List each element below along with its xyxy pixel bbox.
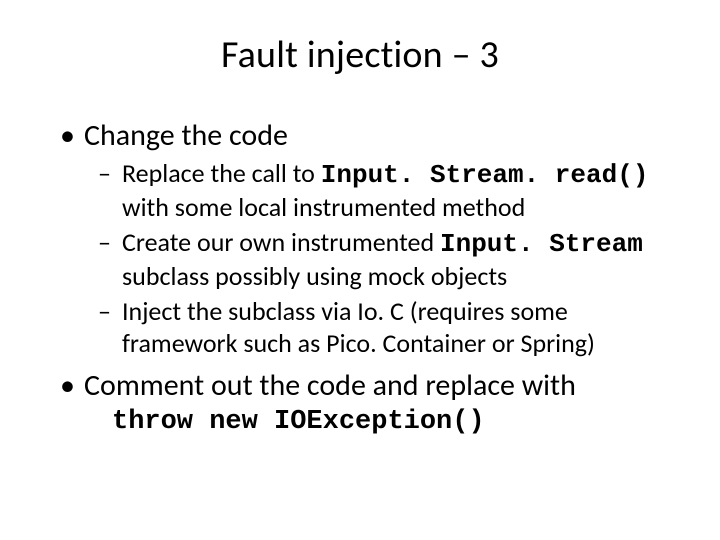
sub-text: Inject the subclass via Io. C (requires … bbox=[122, 295, 595, 360]
inline-code: Input. Stream. read() bbox=[321, 160, 649, 190]
sub-bullet-item: Create our own instrumented Input. Strea… bbox=[96, 226, 664, 293]
inline-code: Input. Stream bbox=[440, 229, 643, 259]
bullet-item: Change the code Replace the call to Inpu… bbox=[56, 118, 664, 360]
code-line: throw new IOException() bbox=[112, 406, 664, 439]
sub-text: Replace the call to bbox=[122, 157, 321, 189]
sub-text: with some local instrumented method bbox=[122, 191, 525, 223]
sub-bullet-item: Inject the subclass via Io. C (requires … bbox=[96, 295, 664, 360]
sub-text: subclass possibly using mock objects bbox=[122, 260, 507, 292]
sub-text: Create our own instrumented bbox=[122, 226, 440, 258]
sub-bullet-item: Replace the call to Input. Stream. read(… bbox=[96, 157, 664, 224]
bullet-item: Comment out the code and replace with th… bbox=[56, 368, 664, 440]
bullet-text: Change the code bbox=[84, 117, 288, 154]
slide: Fault injection – 3 Change the code Repl… bbox=[0, 0, 720, 540]
slide-title: Fault injection – 3 bbox=[56, 32, 664, 78]
bullet-list: Change the code Replace the call to Inpu… bbox=[56, 118, 664, 439]
sub-bullet-list: Replace the call to Input. Stream. read(… bbox=[96, 157, 664, 360]
bullet-text: Comment out the code and replace with bbox=[84, 367, 576, 404]
